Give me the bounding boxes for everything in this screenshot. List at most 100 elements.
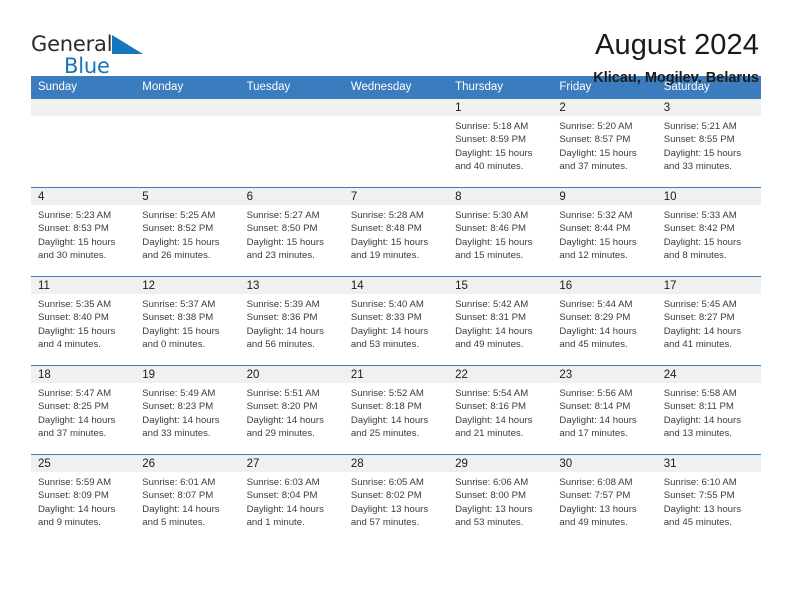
- calendar-day-cell[interactable]: 3 Sunrise: 5:21 AM Sunset: 8:55 PM Daylight…: [656, 98, 761, 188]
- daylight-duration-line2: and 53 minutes.: [350, 339, 420, 351]
- daylight-duration-line1: Daylight: 14 hours: [38, 503, 116, 515]
- daylight-duration-line1: Daylight: 14 hours: [246, 503, 324, 515]
- calendar-day-cell[interactable]: 19 Sunrise: 5:49 AM Sunset: 8:23 PM Dayligh…: [135, 365, 240, 455]
- daylight-duration-line2: and 25 minutes.: [350, 428, 420, 440]
- calendar-day-cell[interactable]: 1 Sunrise: 5:18 AM Sunset: 8:59 PM Daylight…: [448, 98, 553, 188]
- calendar-day-cell[interactable]: 23 Sunrise: 5:56 AM Sunset: 8:14 PM Dayligh…: [552, 365, 657, 455]
- sunset-time: Sunset: 8:18 PM: [350, 401, 422, 413]
- calendar-day-cell[interactable]: 13 Sunrise: 5:39 AM Sunset: 8:36 PM Dayligh…: [239, 276, 344, 366]
- daylight-duration-line1: Daylight: 15 hours: [663, 236, 742, 248]
- calendar-day-cell[interactable]: 16 Sunrise: 5:44 AM Sunset: 8:29 PM Dayligh…: [552, 276, 657, 366]
- day-details: Sunrise: 6:05 AM Sunset: 8:02 PM Daylight:…: [344, 472, 448, 530]
- day-number: 24: [656, 366, 761, 383]
- daylight-duration-line2: and 45 minutes.: [663, 517, 732, 529]
- daylight-duration-line1: Daylight: 15 hours: [559, 147, 637, 159]
- day-number: 31: [656, 455, 761, 472]
- calendar-day-cell[interactable]: 28 Sunrise: 6:05 AM Sunset: 8:02 PM Dayligh…: [343, 454, 449, 544]
- daylight-duration-line1: Daylight: 15 hours: [455, 147, 533, 159]
- day-details: Sunrise: 5:54 AM Sunset: 8:16 PM Daylight:…: [448, 383, 552, 441]
- sunset-time: Sunset: 8:11 PM: [663, 401, 734, 413]
- day-number: [343, 99, 449, 116]
- sunrise-time: Sunrise: 5:32 AM: [559, 210, 633, 221]
- sunrise-time: Sunrise: 5:42 AM: [455, 299, 529, 310]
- sunset-time: Sunset: 8:36 PM: [246, 312, 318, 324]
- sunrise-time: Sunrise: 6:10 AM: [663, 477, 737, 488]
- sunset-time: Sunset: 7:55 PM: [663, 490, 735, 502]
- calendar-day-cell[interactable]: 12 Sunrise: 5:37 AM Sunset: 8:38 PM Dayligh…: [135, 276, 240, 366]
- day-number: 2: [552, 99, 657, 116]
- day-number: 21: [343, 366, 449, 383]
- calendar-day-cell[interactable]: 5 Sunrise: 5:25 AM Sunset: 8:52 PM Daylight…: [135, 187, 240, 277]
- calendar-day-cell[interactable]: 11 Sunrise: 5:35 AM Sunset: 8:40 PM Dayligh…: [31, 276, 136, 366]
- sunrise-time: Sunrise: 5:47 AM: [38, 388, 112, 399]
- calendar-day-cell[interactable]: 24 Sunrise: 5:58 AM Sunset: 8:11 PM Dayligh…: [656, 365, 761, 455]
- day-details: Sunrise: 5:40 AM Sunset: 8:33 PM Daylight:…: [344, 294, 448, 352]
- day-details: Sunrise: 5:44 AM Sunset: 8:29 PM Daylight:…: [552, 294, 656, 352]
- daylight-duration-line2: and 23 minutes.: [246, 250, 315, 262]
- calendar-day-cell[interactable]: 21 Sunrise: 5:52 AM Sunset: 8:18 PM Dayligh…: [343, 365, 449, 455]
- daylight-duration-line2: and 5 minutes.: [142, 517, 206, 529]
- calendar-day-cell[interactable]: 18 Sunrise: 5:47 AM Sunset: 8:25 PM Dayligh…: [31, 365, 136, 455]
- sunrise-time: Sunrise: 5:59 AM: [38, 477, 112, 488]
- calendar-day-cell[interactable]: 9 Sunrise: 5:32 AM Sunset: 8:44 PM Daylight…: [552, 187, 657, 277]
- day-number: 13: [239, 277, 344, 294]
- daylight-duration-line2: and 8 minutes.: [663, 250, 727, 262]
- calendar-day-cell[interactable]: 15 Sunrise: 5:42 AM Sunset: 8:31 PM Dayligh…: [448, 276, 553, 366]
- sunset-time: Sunset: 8:40 PM: [38, 312, 109, 324]
- calendar-week-row: 4 Sunrise: 5:23 AM Sunset: 8:53 PM Daylight…: [31, 187, 761, 277]
- calendar-day-cell[interactable]: 30 Sunrise: 6:08 AM Sunset: 7:57 PM Dayligh…: [552, 454, 657, 544]
- day-details: Sunrise: 5:18 AM Sunset: 8:59 PM Daylight:…: [448, 116, 552, 174]
- daylight-duration-line2: and 1 minute.: [246, 517, 305, 529]
- daylight-duration-line1: Daylight: 15 hours: [142, 236, 220, 248]
- calendar-day-cell[interactable]: 14 Sunrise: 5:40 AM Sunset: 8:33 PM Dayligh…: [343, 276, 449, 366]
- calendar-day-cell[interactable]: 26 Sunrise: 6:01 AM Sunset: 8:07 PM Dayligh…: [135, 454, 240, 544]
- sunrise-time: Sunrise: 5:37 AM: [142, 299, 216, 310]
- sunrise-time: Sunrise: 5:51 AM: [246, 388, 320, 399]
- calendar-day-cell-empty: [135, 98, 240, 188]
- calendar-table: Sunday Monday Tuesday Wednesday Thursday…: [31, 76, 761, 544]
- calendar-day-cell-empty: [343, 98, 449, 188]
- daylight-duration-line2: and 37 minutes.: [559, 161, 628, 173]
- sunset-time: Sunset: 8:07 PM: [142, 490, 214, 502]
- calendar-day-cell[interactable]: 29 Sunrise: 6:06 AM Sunset: 8:00 PM Dayligh…: [448, 454, 553, 544]
- calendar-day-cell[interactable]: 6 Sunrise: 5:27 AM Sunset: 8:50 PM Daylight…: [239, 187, 344, 277]
- daylight-duration-line1: Daylight: 15 hours: [38, 236, 116, 248]
- calendar-day-cell[interactable]: 7 Sunrise: 5:28 AM Sunset: 8:48 PM Daylight…: [343, 187, 449, 277]
- calendar-day-cell[interactable]: 22 Sunrise: 5:54 AM Sunset: 8:16 PM Dayligh…: [448, 365, 553, 455]
- calendar-day-cell[interactable]: 2 Sunrise: 5:20 AM Sunset: 8:57 PM Daylight…: [552, 98, 657, 188]
- weekday-header-tuesday: Tuesday: [239, 76, 344, 99]
- general-blue-logo[interactable]: General Blue: [31, 28, 144, 77]
- day-details: Sunrise: 5:47 AM Sunset: 8:25 PM Daylight:…: [31, 383, 135, 441]
- daylight-duration-line2: and 40 minutes.: [455, 161, 524, 173]
- calendar-container: Sunday Monday Tuesday Wednesday Thursday…: [0, 76, 792, 544]
- sunrise-time: Sunrise: 5:35 AM: [38, 299, 112, 310]
- daylight-duration-line2: and 4 minutes.: [38, 339, 101, 351]
- sunset-time: Sunset: 8:14 PM: [559, 401, 631, 413]
- sunrise-time: Sunrise: 5:40 AM: [350, 299, 424, 310]
- day-details: Sunrise: 5:30 AM Sunset: 8:46 PM Daylight:…: [448, 205, 552, 263]
- calendar-day-cell[interactable]: 31 Sunrise: 6:10 AM Sunset: 7:55 PM Dayligh…: [656, 454, 761, 544]
- daylight-duration-line2: and 56 minutes.: [246, 339, 315, 351]
- day-details: Sunrise: 5:35 AM Sunset: 8:40 PM Daylight:…: [31, 294, 135, 352]
- calendar-day-cell[interactable]: 10 Sunrise: 5:33 AM Sunset: 8:42 PM Dayligh…: [656, 187, 761, 277]
- daylight-duration-line2: and 45 minutes.: [559, 339, 628, 351]
- sunrise-time: Sunrise: 5:18 AM: [455, 121, 529, 132]
- calendar-day-cell[interactable]: 4 Sunrise: 5:23 AM Sunset: 8:53 PM Daylight…: [31, 187, 136, 277]
- day-details: Sunrise: 6:10 AM Sunset: 7:55 PM Daylight:…: [657, 472, 761, 530]
- daylight-duration-line1: Daylight: 14 hours: [350, 325, 429, 337]
- sunset-time: Sunset: 8:16 PM: [455, 401, 527, 413]
- day-details: Sunrise: 5:21 AM Sunset: 8:55 PM Daylight:…: [657, 116, 761, 174]
- sunset-time: Sunset: 8:23 PM: [142, 401, 214, 413]
- sunrise-time: Sunrise: 5:27 AM: [246, 210, 320, 221]
- day-number: 17: [656, 277, 761, 294]
- day-number: [31, 99, 136, 116]
- calendar-day-cell[interactable]: 8 Sunrise: 5:30 AM Sunset: 8:46 PM Daylight…: [448, 187, 553, 277]
- calendar-day-cell[interactable]: 25 Sunrise: 5:59 AM Sunset: 8:09 PM Dayligh…: [31, 454, 136, 544]
- sunset-time: Sunset: 7:57 PM: [559, 490, 631, 502]
- calendar-day-cell[interactable]: 17 Sunrise: 5:45 AM Sunset: 8:27 PM Dayligh…: [656, 276, 761, 366]
- calendar-week-row: 18 Sunrise: 5:47 AM Sunset: 8:25 PM Dayligh…: [31, 365, 761, 455]
- calendar-day-cell[interactable]: 20 Sunrise: 5:51 AM Sunset: 8:20 PM Dayligh…: [239, 365, 344, 455]
- sunrise-time: Sunrise: 6:05 AM: [350, 477, 424, 488]
- calendar-day-cell[interactable]: 27 Sunrise: 6:03 AM Sunset: 8:04 PM Dayligh…: [239, 454, 344, 544]
- daylight-duration-line2: and 19 minutes.: [350, 250, 420, 262]
